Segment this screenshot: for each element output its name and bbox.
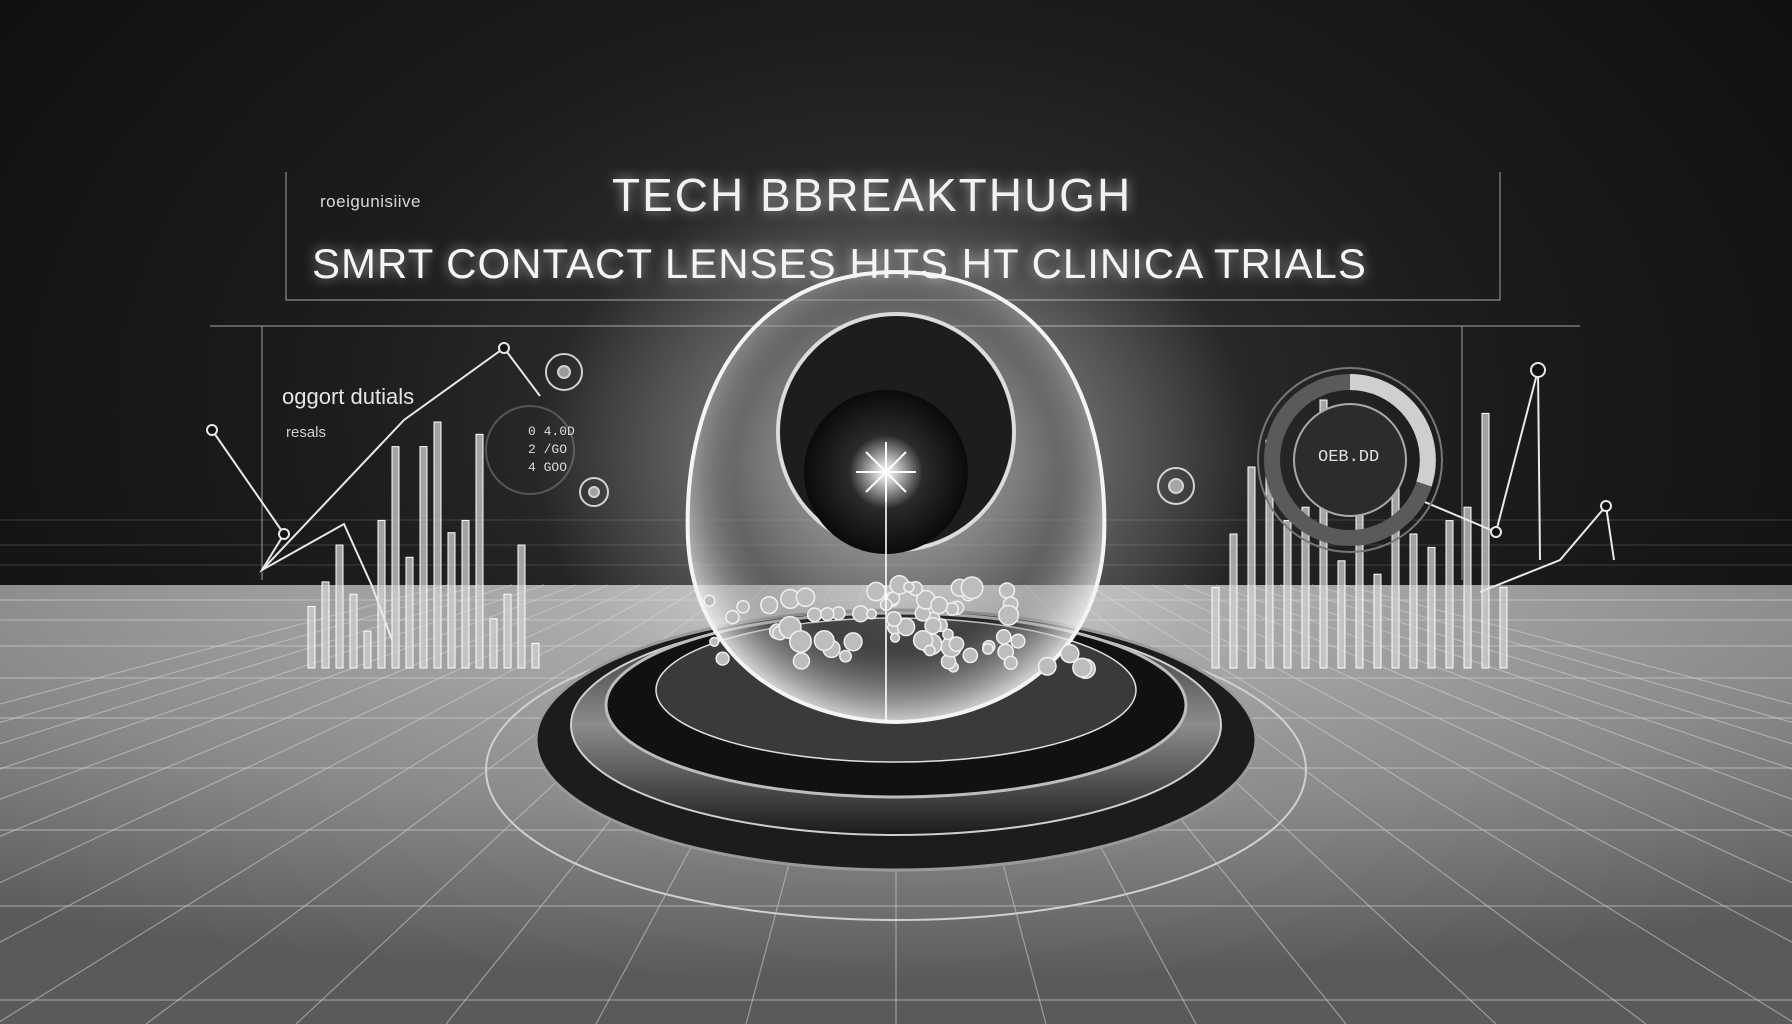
bar [1445,520,1454,669]
bar [1337,560,1346,669]
bar [489,618,498,669]
headline: TECH BBREAKTHUGH [612,169,1133,221]
bar [531,642,540,669]
readout-line: 4 GOO [528,460,568,475]
bar [1427,546,1436,669]
gauge-value: OEB.DD [1318,448,1380,467]
bar [433,421,442,669]
bar [1283,520,1292,669]
left-panel-label: oggort dutials [282,384,415,409]
bar [321,581,330,669]
header-kicker: roeigunisiive [320,192,421,211]
bar [349,593,358,669]
readout-line: 0 4.0D [528,424,575,439]
bar [419,446,428,669]
bar [1463,506,1472,669]
bar [461,519,470,669]
bar [1409,533,1418,669]
readout-line: 2 /GO [528,442,568,457]
bar [307,606,316,669]
contact-lens-sphere [685,269,1107,725]
bar [1499,587,1508,669]
bar [335,544,344,669]
bar [475,433,484,669]
bar [1481,412,1490,669]
subheadline: SMRT CONTACT LENSES HITS HT CLINICA TRIA… [312,240,1367,287]
bar [1355,493,1364,669]
bar [391,446,400,669]
bar [363,630,372,669]
bar [447,532,456,669]
bar [503,593,512,669]
bar [405,556,414,669]
bar [1373,573,1382,669]
bar [377,519,386,669]
hero-illustration [0,160,1792,1024]
bar [517,544,526,669]
left-panel-sublabel: resals [286,424,327,441]
